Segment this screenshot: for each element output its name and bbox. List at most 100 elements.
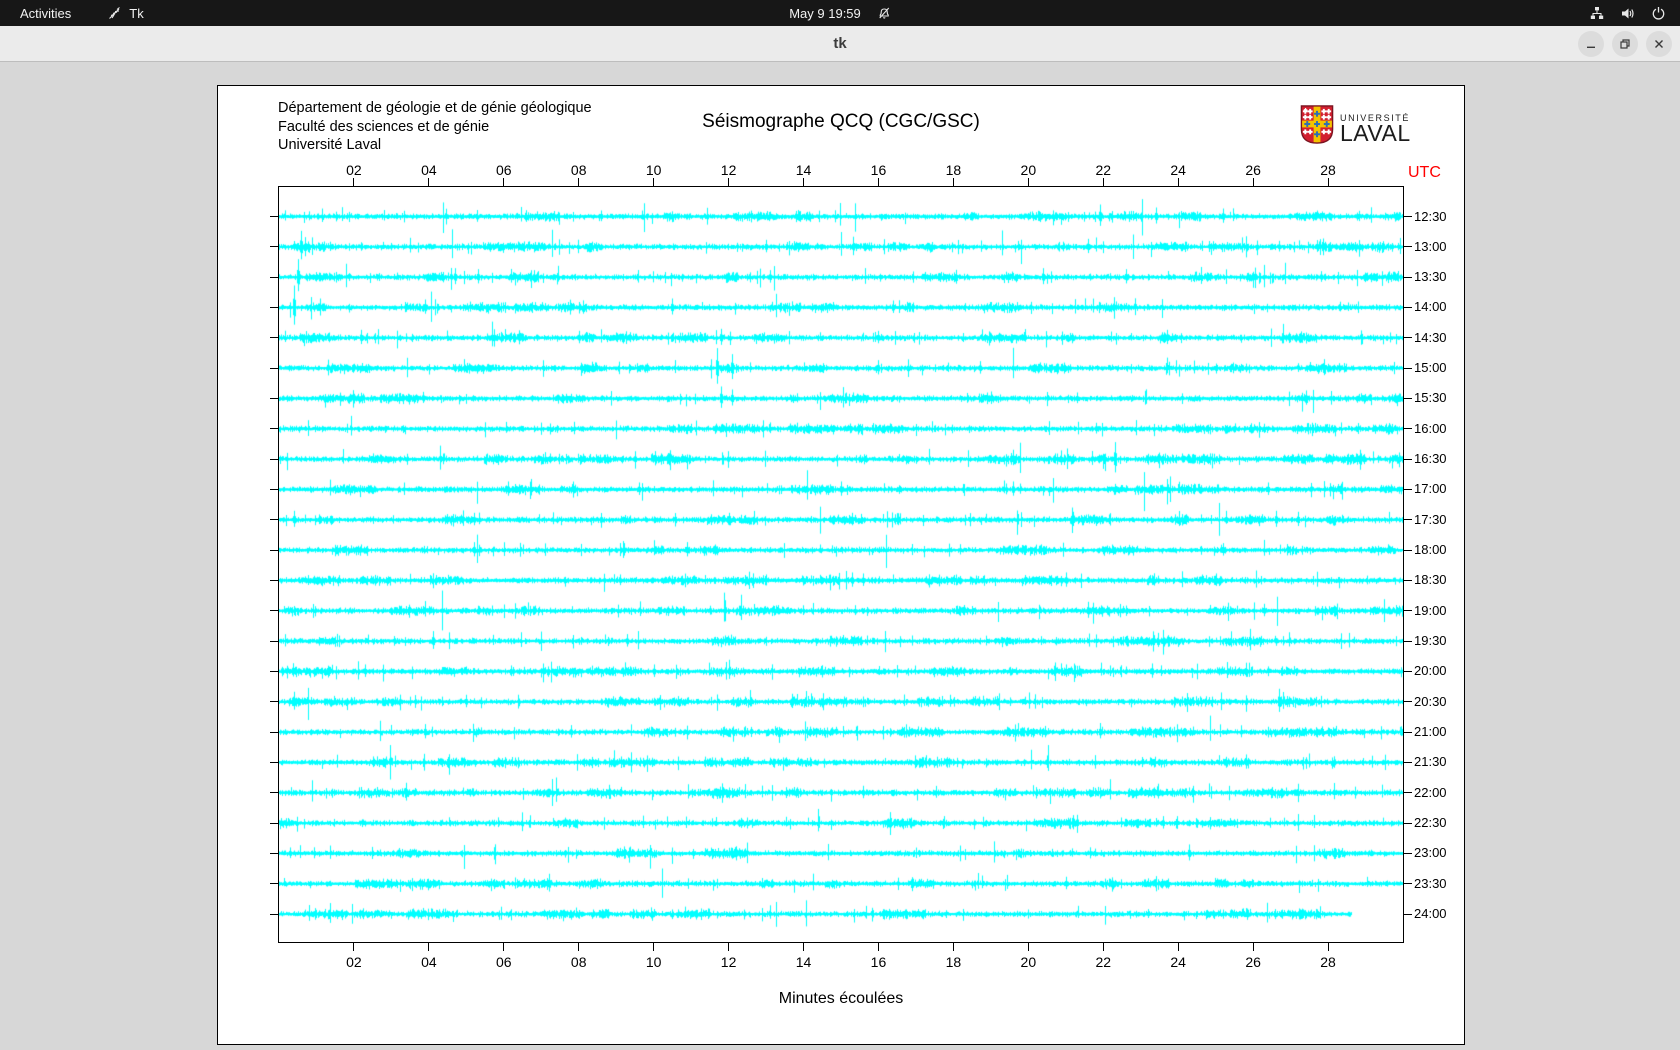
- top-axis-label: 16: [870, 162, 887, 178]
- activities-button[interactable]: Activities: [16, 6, 75, 21]
- gnome-top-bar: Activities Tk May 9 19:59: [0, 0, 1680, 26]
- bottom-axis-tick: [877, 943, 879, 951]
- top-axis-tick: [1177, 178, 1179, 186]
- laval-wordmark: UNIVERSITÉ LAVAL: [1340, 105, 1411, 146]
- left-row-tick: [270, 701, 278, 703]
- right-row-tick: [1404, 337, 1412, 339]
- utc-time-label: 14:00: [1414, 299, 1447, 315]
- utc-time-label: 23:00: [1414, 845, 1447, 861]
- bottom-axis-tick: [503, 943, 505, 951]
- bottom-axis-tick: [952, 943, 954, 951]
- network-wired-icon[interactable]: [1589, 6, 1605, 21]
- bottom-axis-label: 08: [570, 954, 587, 970]
- bottom-axis-label: 18: [945, 954, 962, 970]
- right-row-tick: [1404, 640, 1412, 642]
- top-axis-tick: [1102, 178, 1104, 186]
- right-row-tick: [1404, 610, 1412, 612]
- right-row-tick: [1404, 488, 1412, 490]
- bottom-axis-tick: [353, 943, 355, 951]
- utc-time-label: 16:00: [1414, 420, 1447, 436]
- top-axis-label: 14: [795, 162, 812, 178]
- window-title: tk: [833, 35, 847, 52]
- right-row-tick: [1404, 549, 1412, 551]
- laval-shield-icon: [1300, 105, 1334, 144]
- notifications-muted-icon: [877, 6, 891, 20]
- utc-time-label: 20:30: [1414, 693, 1447, 709]
- bottom-axis-tick: [803, 943, 805, 951]
- bottom-axis-label: 06: [496, 954, 512, 970]
- top-axis-tick: [952, 178, 954, 186]
- seismograph-frame: Département de géologie et de génie géol…: [217, 85, 1465, 1045]
- left-row-tick: [270, 306, 278, 308]
- right-row-tick: [1404, 822, 1412, 824]
- utc-time-label: 21:30: [1414, 754, 1447, 770]
- volume-icon[interactable]: [1620, 6, 1636, 21]
- top-axis-tick: [428, 178, 430, 186]
- bottom-axis-label: 12: [720, 954, 737, 970]
- top-axis-tick: [578, 178, 580, 186]
- close-button[interactable]: [1646, 31, 1672, 57]
- bottom-axis-tick: [1327, 943, 1329, 951]
- utc-time-label: 24:00: [1414, 906, 1447, 922]
- maximize-button[interactable]: [1612, 31, 1638, 57]
- power-icon[interactable]: [1651, 6, 1666, 21]
- top-axis-label: 08: [570, 162, 587, 178]
- right-row-tick: [1404, 216, 1412, 217]
- top-axis-label: 28: [1320, 162, 1336, 178]
- utc-time-label: 20:00: [1414, 663, 1447, 679]
- right-row-tick: [1404, 458, 1412, 460]
- right-row-tick: [1404, 761, 1412, 763]
- bottom-axis-label: 28: [1320, 954, 1336, 970]
- right-row-tick: [1404, 428, 1412, 430]
- left-row-tick: [270, 731, 278, 733]
- right-row-tick: [1404, 519, 1412, 521]
- left-row-tick: [270, 579, 278, 581]
- bottom-axis-label: 22: [1095, 954, 1112, 970]
- top-axis-tick: [1027, 178, 1029, 186]
- tk-feather-icon: [107, 6, 122, 21]
- left-row-tick: [270, 216, 278, 217]
- x-axis-title: Minutes écoulées: [778, 990, 904, 1007]
- utc-time-label: 13:00: [1414, 238, 1447, 254]
- left-row-tick: [270, 761, 278, 763]
- top-axis-label: 26: [1245, 162, 1261, 178]
- utc-time-label: 15:00: [1414, 360, 1447, 376]
- top-axis-label: 04: [421, 162, 437, 178]
- right-row-tick: [1404, 913, 1412, 915]
- seismogram-plot-box: [278, 186, 1404, 943]
- plot-title: Séismographe QCQ (CGC/GSC): [702, 111, 980, 132]
- topbar-center: May 9 19:59: [789, 6, 891, 21]
- focused-app-menu[interactable]: Tk: [107, 6, 144, 21]
- utc-time-label: 18:30: [1414, 572, 1447, 588]
- utc-time-label: 13:30: [1414, 269, 1447, 285]
- bottom-axis-label: 14: [795, 954, 812, 970]
- utc-time-label: 12:30: [1414, 208, 1447, 224]
- top-axis-tick: [728, 178, 730, 186]
- right-row-tick: [1404, 306, 1412, 308]
- bottom-axis-label: 16: [870, 954, 887, 970]
- right-row-tick: [1404, 701, 1412, 703]
- utc-time-label: 17:30: [1414, 511, 1447, 527]
- desktop: Activities Tk May 9 19:59 tk Département…: [0, 0, 1680, 1050]
- minimize-button[interactable]: [1578, 31, 1604, 57]
- top-axis-label: 06: [496, 162, 512, 178]
- utc-time-label: 22:00: [1414, 784, 1447, 800]
- right-row-tick: [1404, 792, 1412, 794]
- top-axis-label: 24: [1170, 162, 1186, 178]
- window-titlebar[interactable]: tk: [0, 26, 1680, 62]
- utc-time-label: 23:30: [1414, 875, 1447, 891]
- left-row-tick: [270, 519, 278, 521]
- right-row-tick: [1404, 276, 1412, 278]
- bottom-axis-tick: [1027, 943, 1029, 951]
- bottom-axis-label: 26: [1245, 954, 1261, 970]
- top-axis-label: 18: [945, 162, 962, 178]
- right-row-tick: [1404, 883, 1412, 885]
- top-axis-tick: [803, 178, 805, 186]
- right-row-tick: [1404, 579, 1412, 581]
- clock[interactable]: May 9 19:59: [789, 6, 861, 21]
- utc-time-label: 19:30: [1414, 633, 1447, 649]
- bottom-axis-tick: [1252, 943, 1254, 951]
- top-axis-tick: [353, 178, 355, 186]
- right-row-tick: [1404, 670, 1412, 672]
- logo-laval-text: LAVAL: [1340, 120, 1411, 146]
